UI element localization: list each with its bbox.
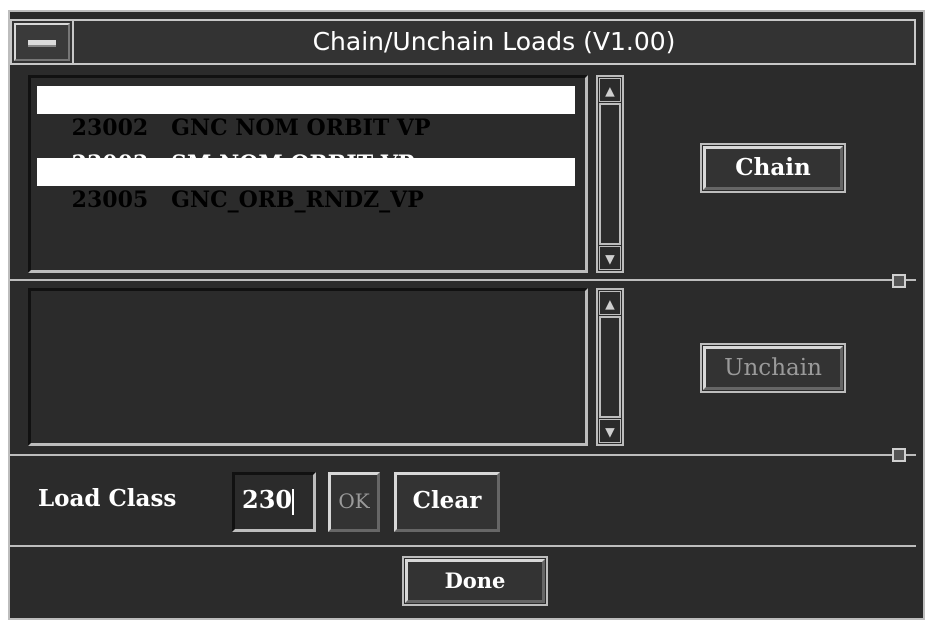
available-loads-scrollbar[interactable]: ▲ ▼ [596,75,624,273]
chain-button[interactable]: Chain [703,146,843,190]
up-arrow-icon[interactable]: ▲ [599,78,621,102]
chained-loads-scrollbar[interactable]: ▲ ▼ [596,288,624,446]
ok-button[interactable]: OK [328,472,380,532]
scrollbar-thumb[interactable] [599,316,621,418]
unchain-button[interactable]: Unchain [703,346,843,390]
title-bar[interactable]: Chain/Unchain Loads (V1.00) [10,19,916,65]
list-item[interactable]: 23003 SM NOM ORBIT VP [37,122,575,177]
window-menu-button[interactable] [14,23,70,61]
divider [10,279,916,281]
pane-sash-handle[interactable] [892,448,906,462]
list-item[interactable]: 23002 GNC NOM ORBIT VP [37,86,575,141]
down-arrow-icon[interactable]: ▼ [599,419,621,443]
done-button[interactable]: Done [405,559,545,603]
pane-sash-handle[interactable] [892,274,906,288]
window-title: Chain/Unchain Loads (V1.00) [72,21,914,63]
list-item[interactable]: 23005 GNC_ORB_RNDZ_VP [37,158,575,213]
available-loads-list[interactable]: 23002 GNC NOM ORBIT VP 23003 SM NOM ORBI… [28,75,588,273]
up-arrow-icon[interactable]: ▲ [599,291,621,315]
window-menu-icon [28,40,56,47]
divider [10,454,916,456]
load-class-value: 230 [242,485,293,514]
divider [10,545,916,547]
load-name: GNC_ORB_RNDZ_VP [171,187,424,213]
text-cursor [292,488,295,515]
scrollbar-thumb[interactable] [599,103,621,245]
down-arrow-icon[interactable]: ▼ [599,246,621,270]
chained-loads-list[interactable] [28,288,588,446]
clear-button[interactable]: Clear [394,472,500,532]
load-class-label: Load Class [38,485,177,512]
load-code: 23005 [71,187,149,213]
load-class-input[interactable]: 230 [232,472,316,532]
